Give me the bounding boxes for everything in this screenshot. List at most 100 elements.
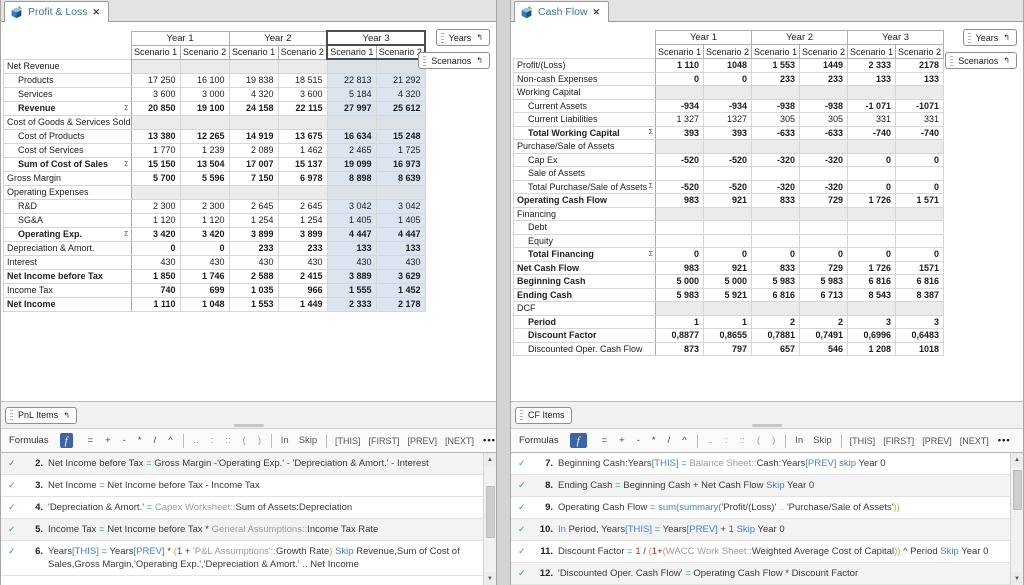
toolbar-op[interactable]: [NEXT] — [956, 436, 993, 446]
toolbar-op[interactable]: = — [82, 435, 100, 446]
row-label[interactable]: Total Purchase/Sale of AssetsΣ — [514, 180, 656, 194]
cell[interactable]: 430 — [327, 255, 376, 269]
cell[interactable]: 17 007 — [229, 157, 278, 171]
cell[interactable]: 16 973 — [376, 157, 425, 171]
cell[interactable]: 16 634 — [327, 129, 376, 143]
formula-row[interactable]: ✓6.Years[THIS] = Years[PREV] * (1 + 'P&L… — [1, 541, 483, 576]
cell[interactable]: 0 — [704, 72, 752, 86]
cell[interactable] — [278, 59, 327, 73]
cell[interactable] — [800, 221, 848, 235]
row-label[interactable]: Cost of Goods & Services Sold — [4, 115, 132, 129]
formula-row[interactable]: ✓9.Operating Cash Flow = sum(summary('Pr… — [511, 497, 1010, 519]
row-label[interactable]: Net Revenue — [4, 59, 132, 73]
cell[interactable] — [800, 234, 848, 248]
cell[interactable]: -633 — [800, 126, 848, 140]
cell[interactable]: 657 — [752, 342, 800, 356]
toolbar-op[interactable]: [THIS] — [846, 436, 880, 446]
scenario-header[interactable]: Scenario 1 — [848, 45, 896, 59]
cell[interactable]: 2 — [752, 315, 800, 329]
cell[interactable]: 921 — [704, 261, 752, 275]
cell[interactable]: 1 035 — [229, 283, 278, 297]
toolbar-op[interactable]: / — [662, 435, 677, 446]
row-label[interactable]: Sum of Cost of SalesΣ — [4, 157, 132, 171]
cell[interactable] — [704, 207, 752, 221]
cell[interactable]: 0,8877 — [656, 329, 704, 343]
cell[interactable]: 305 — [800, 113, 848, 127]
cell[interactable]: -1 071 — [848, 99, 896, 113]
cell[interactable]: 0 — [656, 72, 704, 86]
cell[interactable]: 3 899 — [278, 227, 327, 241]
cell[interactable] — [752, 302, 800, 316]
row-label[interactable]: Discounted Oper. Cash Flow — [514, 342, 656, 356]
cell[interactable]: 233 — [752, 72, 800, 86]
cell[interactable] — [896, 167, 944, 181]
cell[interactable]: -520 — [656, 180, 704, 194]
cell[interactable]: 2 333 — [327, 297, 376, 311]
cell[interactable]: 13 675 — [278, 129, 327, 143]
cell[interactable]: -520 — [704, 180, 752, 194]
pnl-items-button[interactable]: PnL Items↰ — [5, 407, 77, 424]
row-label[interactable]: R&D — [4, 199, 132, 213]
cell[interactable] — [327, 59, 376, 73]
cell[interactable]: 3 889 — [327, 269, 376, 283]
cell[interactable]: 1 746 — [180, 269, 229, 283]
cell[interactable]: 1 553 — [752, 59, 800, 73]
cell[interactable]: 16 100 — [180, 73, 229, 87]
cell[interactable]: 3 — [848, 315, 896, 329]
cell[interactable] — [800, 302, 848, 316]
cell[interactable] — [656, 167, 704, 181]
toolbar-op[interactable]: [THIS] — [331, 436, 365, 446]
cell[interactable]: 2 415 — [278, 269, 327, 283]
formula-row[interactable]: ✓4.'Depreciation & Amort.' = Capex Works… — [1, 497, 483, 519]
cell[interactable]: 20 850 — [131, 101, 180, 115]
scenarios-button[interactable]: Scenarios↰ — [945, 52, 1017, 69]
cell[interactable] — [229, 59, 278, 73]
row-label[interactable]: Cost of Products — [4, 129, 132, 143]
cell[interactable]: 5 983 — [752, 275, 800, 289]
cell[interactable]: 729 — [800, 194, 848, 208]
cell[interactable]: 0,7491 — [800, 329, 848, 343]
cell[interactable] — [800, 167, 848, 181]
cell[interactable]: 833 — [752, 194, 800, 208]
toolbar-op[interactable]: / — [148, 435, 163, 446]
row-label[interactable]: Total Working CapitalΣ — [514, 126, 656, 140]
cell[interactable]: 1571 — [896, 261, 944, 275]
toolbar-op[interactable]: .. — [187, 435, 204, 446]
cell[interactable]: 4 320 — [229, 87, 278, 101]
row-label[interactable]: Products — [4, 73, 132, 87]
cell[interactable] — [278, 115, 327, 129]
year-header[interactable]: Year 3 — [327, 31, 425, 45]
cell[interactable]: 393 — [704, 126, 752, 140]
toolbar-op[interactable]: : — [719, 435, 734, 446]
cell[interactable]: 233 — [800, 72, 848, 86]
more-icon[interactable]: ••• — [483, 435, 496, 446]
cell[interactable]: 5 184 — [327, 87, 376, 101]
cell[interactable]: 19 100 — [180, 101, 229, 115]
cell[interactable] — [800, 86, 848, 100]
row-label[interactable]: Operating Expenses — [4, 185, 132, 199]
row-label[interactable]: Total FinancingΣ — [514, 248, 656, 262]
cell[interactable] — [896, 221, 944, 235]
scenario-header[interactable]: Scenario 2 — [896, 45, 944, 59]
scroll-up-icon[interactable]: ▲ — [484, 453, 496, 466]
cell[interactable] — [896, 86, 944, 100]
tab-cash-flow[interactable]: Cash Flow ✕ — [514, 1, 609, 22]
toolbar-op[interactable]: Skip — [294, 435, 322, 446]
cell[interactable]: 8 898 — [327, 171, 376, 185]
row-label[interactable]: Net Income before Tax — [4, 269, 132, 283]
toolbar-op[interactable]: In — [790, 435, 808, 446]
cell[interactable]: 983 — [656, 261, 704, 275]
cell[interactable] — [327, 185, 376, 199]
row-label[interactable]: RevenueΣ — [4, 101, 132, 115]
cell[interactable]: 1 239 — [180, 143, 229, 157]
cell[interactable]: -938 — [752, 99, 800, 113]
formula-scrollbar[interactable]: ▲ ▼ — [483, 453, 496, 585]
row-label[interactable]: Net Income — [4, 297, 132, 311]
formula-row[interactable]: ✓5.Income Tax = Net Income before Tax * … — [1, 519, 483, 541]
cell[interactable]: 12 265 — [180, 129, 229, 143]
cell[interactable]: 430 — [131, 255, 180, 269]
cell[interactable]: 1 553 — [229, 297, 278, 311]
cell[interactable]: 1 327 — [656, 113, 704, 127]
cell[interactable]: 430 — [278, 255, 327, 269]
cell[interactable] — [752, 207, 800, 221]
